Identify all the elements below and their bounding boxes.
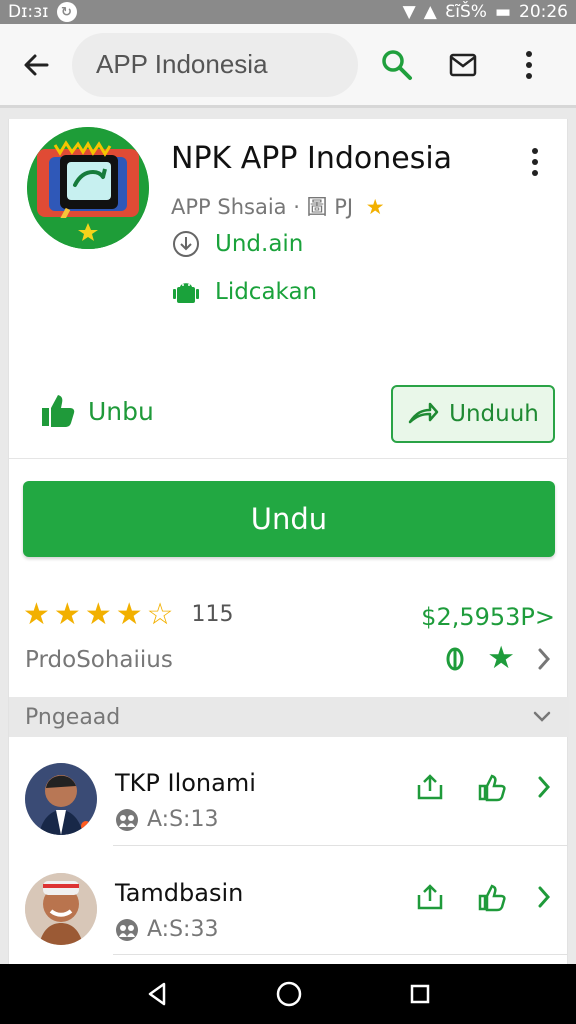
mail-button[interactable] [430,32,496,98]
arrow-left-icon [24,54,49,75]
contact-divider [113,954,567,955]
star-icon: ★ [53,597,81,632]
download-info-label: Und.ain [215,231,304,257]
back-triangle-icon[interactable] [143,980,171,1008]
section-header[interactable]: Pngeaad [9,697,569,737]
chevron-right-icon[interactable] [537,885,551,909]
app-detail-card: NPK APP Indonesia APP Shsaia · 圖 PJ ★ Un… [8,119,569,967]
star-badge-icon: ★ [365,195,385,219]
search-icon [382,49,412,80]
contact-subtitle-row: A:S:13 [115,807,218,832]
outline-download-button[interactable]: Unduuh [391,385,555,443]
android-icon [173,283,199,303]
thumbs-up-outline-icon[interactable] [475,881,507,913]
star-icon: ★ [84,597,112,632]
contact-name: Tamdbasin [115,879,244,907]
thumbs-up-icon [42,395,75,427]
app-meta: APP Shsaia · 圖 PJ ★ [171,191,385,221]
half-star-icon: ☆ [146,597,174,632]
app-title: NPK APP Indonesia [171,141,453,176]
rating-area: ★ ★ ★ ★ ☆ 115 $2,5953P> PrdoSohaiius ★ [9,585,569,695]
install-button[interactable]: Undu [23,481,555,557]
person-avatar-icon [25,873,97,945]
battery-percent: ƐĩŠ% [444,2,487,22]
search-bar: APP Indonesia [0,24,576,108]
chevron-right-icon[interactable] [537,775,551,799]
avatar [25,873,97,945]
app-meta-text: APP Shsaia · 圖 PJ [171,195,354,219]
app-header: NPK APP Indonesia APP Shsaia · 圖 PJ ★ Un… [9,119,569,459]
thumbs-up-outline-icon[interactable] [475,771,507,803]
avatar [25,763,97,835]
more-vertical-icon [532,148,538,176]
battery-icon: ▬ [494,2,511,22]
app-more-button[interactable] [519,143,551,181]
app-logo-icon [27,127,149,249]
location-info-label: Lidcakan [215,279,318,305]
rating-stars: ★ ★ ★ ★ ☆ 115 [23,597,234,632]
share-arrow-icon [408,402,439,424]
section-title: Pngeaad [25,704,121,730]
status-time-right: 20:26 [519,2,568,22]
status-time-left: Dɪ:ɜɪ [8,2,49,22]
contact-row[interactable]: TKP Ilonami A:S:13 [9,747,569,857]
notification-icon: ↻ [56,2,77,22]
rating-count: 115 [191,602,234,627]
more-vertical-icon [526,50,532,79]
contact-actions [415,881,551,913]
outline-download-label: Unduuh [449,401,539,427]
contact-subtitle: A:S:33 [147,917,219,942]
star-icon: ★ [115,597,143,632]
signal-icon: ▲ [423,2,437,22]
recents-square-icon[interactable] [407,981,433,1007]
person-avatar-icon [25,763,97,835]
like-label: Unbu [88,396,154,426]
location-info-row: Lidcakan [171,277,317,307]
like-button[interactable]: Unbu [36,391,154,431]
search-button[interactable] [364,32,430,98]
group-icon [116,918,138,941]
price-label: $2,5953P> [421,603,555,631]
status-right: ▼ ▲ ƐĩŠ% ▬ 20:26 [403,2,568,22]
app-icon [27,127,149,249]
group-icon [116,808,138,831]
star-icon: ★ [23,597,50,632]
overflow-menu-button[interactable] [496,32,562,98]
contact-actions [415,771,551,803]
green-badge-icon [446,647,464,670]
contact-row[interactable]: Tamdbasin A:S:33 [9,857,569,967]
chevron-right-icon[interactable] [537,647,551,671]
android-navigation-bar [0,964,576,1024]
download-circle-icon [173,231,199,257]
provider-label: PrdoSohaiius [25,647,173,673]
contact-divider [113,845,567,846]
chevron-down-icon [533,711,551,722]
search-input[interactable]: APP Indonesia [72,32,358,97]
share-icon[interactable] [415,772,445,802]
share-icon[interactable] [415,882,445,912]
green-star-icon: ★ [487,640,515,676]
contact-subtitle: A:S:13 [147,807,219,832]
mail-icon [449,53,477,76]
back-button[interactable] [0,23,72,107]
home-circle-icon[interactable] [274,979,304,1009]
contact-subtitle-row: A:S:33 [115,917,218,942]
download-info-row: Und.ain [171,229,303,259]
provider-icons: ★ [445,643,551,674]
status-left: Dɪ:ɜɪ ↻ [8,2,77,22]
status-bar: Dɪ:ɜɪ ↻ ▼ ▲ ƐĩŠ% ▬ 20:26 [0,0,576,24]
wifi-icon: ▼ [402,2,416,22]
contact-name: TKP Ilonami [115,769,256,797]
